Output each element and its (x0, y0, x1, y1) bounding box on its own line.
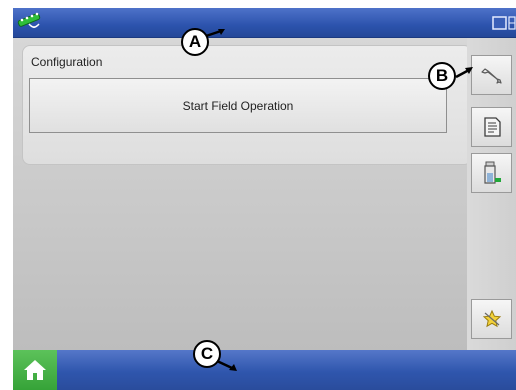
callout-arrow-c (216, 359, 237, 371)
star-icon (482, 309, 501, 328)
home-button[interactable] (13, 350, 57, 390)
home-icon (24, 360, 46, 380)
product-level-icon (483, 161, 501, 184)
gps-satellite-icon[interactable] (17, 10, 51, 32)
product-button[interactable] (471, 153, 512, 193)
callout-arrow-b (455, 67, 473, 79)
display-icon[interactable] (492, 16, 516, 32)
report-icon (483, 117, 501, 137)
tools-button[interactable] (471, 55, 512, 95)
top-status-bar (13, 8, 516, 38)
configuration-panel: Configuration Start Field Operation (22, 45, 472, 165)
wrench-icon (480, 68, 502, 84)
bottom-navigation-bar (13, 350, 516, 390)
configuration-title: Configuration (31, 55, 103, 69)
right-toolbar (467, 38, 516, 350)
callout-arrow-a (205, 29, 225, 38)
start-field-operation-button[interactable]: Start Field Operation (29, 78, 447, 133)
summary-button[interactable] (471, 107, 512, 147)
favorites-button[interactable] (471, 299, 512, 339)
callout-label-b: B (428, 62, 456, 90)
